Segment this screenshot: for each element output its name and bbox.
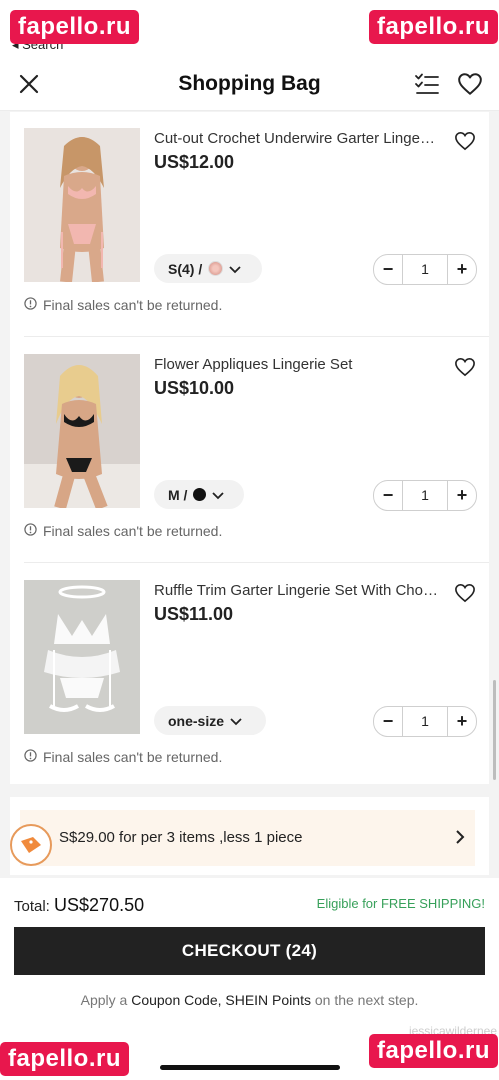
favorite-heart-icon[interactable] [450, 578, 480, 608]
product-name[interactable]: Cut-out Crochet Underwire Garter Lingeri… [154, 130, 439, 147]
promo-banner[interactable]: S$29.00 for per 3 items ,less 1 piece [20, 810, 475, 866]
variant-selector[interactable]: S(4) / [154, 254, 262, 283]
watermark-bottom-right: fapello.ru [369, 1034, 499, 1068]
product-image[interactable] [24, 580, 140, 734]
product-price: US$11.00 [154, 604, 234, 624]
free-shipping-label: Eligible for FREE SHIPPING! [316, 896, 485, 911]
variant-selector[interactable]: one-size [154, 706, 266, 735]
home-indicator[interactable] [160, 1065, 340, 1070]
header: Shopping Bag [0, 56, 499, 111]
increase-quantity-button[interactable]: + [448, 707, 476, 736]
final-sale-text: Final sales can't be returned. [43, 297, 223, 313]
quantity-value[interactable]: 1 [402, 707, 448, 736]
variant-label: S(4) / [168, 260, 203, 277]
cart-item: Cut-out Crochet Underwire Garter Lingeri… [10, 112, 489, 337]
promo-text: S$29.00 for per 3 items ,less 1 piece [59, 829, 303, 846]
info-icon [24, 749, 37, 765]
quantity-value[interactable]: 1 [402, 481, 448, 510]
quantity-stepper: − 1 + [373, 254, 477, 285]
decrease-quantity-button[interactable]: − [374, 255, 402, 284]
product-price: US$12.00 [154, 152, 235, 172]
chevron-right-icon [455, 830, 465, 849]
cart-item: Ruffle Trim Garter Lingerie Set With Cho… [10, 564, 489, 789]
final-sale-text: Final sales can't be returned. [43, 749, 223, 765]
final-sale-note: Final sales can't be returned. [24, 749, 222, 765]
variant-label: one-size [168, 712, 225, 729]
quantity-value[interactable]: 1 [402, 255, 448, 284]
favorite-heart-icon[interactable] [450, 126, 480, 156]
chevron-down-icon [229, 261, 241, 277]
product-price: US$10.00 [154, 378, 235, 398]
increase-quantity-button[interactable]: + [448, 481, 476, 510]
final-sale-note: Final sales can't be returned. [24, 297, 222, 313]
total-value: US$270.50 [54, 895, 145, 915]
cart-item-list: Cut-out Crochet Underwire Garter Lingeri… [10, 112, 489, 784]
color-swatch [208, 261, 224, 276]
divider [24, 562, 489, 563]
coupon-suffix: on the next step. [314, 992, 419, 1008]
scrollbar[interactable] [493, 680, 496, 780]
watermark-top-right: fapello.ru [369, 10, 499, 44]
wishlist-heart-icon[interactable] [455, 69, 485, 99]
chevron-down-icon [230, 713, 242, 729]
info-icon [24, 297, 37, 313]
coupon-prefix: Apply a [80, 992, 128, 1008]
coupon-hint: Apply a Coupon Code, SHEIN Points on the… [0, 992, 499, 1008]
chevron-down-icon [212, 487, 225, 503]
checklist-icon[interactable] [412, 69, 442, 99]
increase-quantity-button[interactable]: + [448, 255, 476, 284]
product-name[interactable]: Flower Appliques Lingerie Set [154, 356, 439, 373]
product-image[interactable] [24, 354, 140, 508]
watermark-top-left: fapello.ru [10, 10, 140, 44]
quantity-stepper: − 1 + [373, 480, 477, 511]
promo-section: S$29.00 for per 3 items ,less 1 piece [10, 797, 489, 875]
discount-tag-icon [10, 824, 52, 866]
watermark-bottom-left: fapello.ru [0, 1042, 130, 1076]
cart-item: Flower Appliques Lingerie Set US$10.00 M… [10, 338, 489, 563]
quantity-stepper: − 1 + [373, 706, 477, 737]
favorite-heart-icon[interactable] [450, 352, 480, 382]
product-name[interactable]: Ruffle Trim Garter Lingerie Set With Cho… [154, 582, 439, 599]
info-icon [24, 523, 37, 539]
color-swatch [193, 488, 207, 501]
total-label: Total: [14, 898, 50, 915]
product-image[interactable] [24, 128, 140, 282]
variant-selector[interactable]: M / [154, 480, 244, 509]
decrease-quantity-button[interactable]: − [374, 707, 402, 736]
variant-label: M / [168, 486, 188, 503]
final-sale-text: Final sales can't be returned. [43, 523, 223, 539]
total-row: Total: US$270.50 [14, 895, 144, 916]
decrease-quantity-button[interactable]: − [374, 481, 402, 510]
divider [24, 336, 489, 337]
checkout-button[interactable]: CHECKOUT (24) [14, 927, 485, 975]
final-sale-note: Final sales can't be returned. [24, 523, 222, 539]
coupon-points-link[interactable]: Coupon Code, SHEIN Points [131, 992, 311, 1008]
